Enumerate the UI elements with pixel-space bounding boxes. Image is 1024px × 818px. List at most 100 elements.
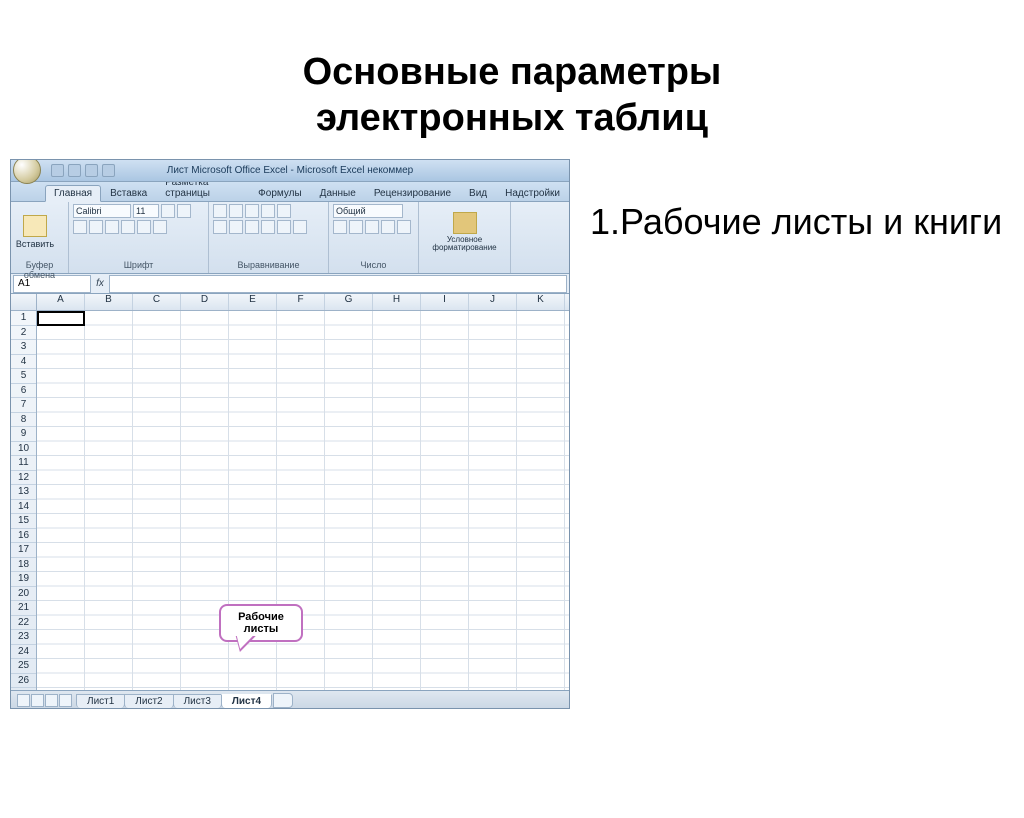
col-header-K[interactable]: K xyxy=(517,294,565,310)
row-header-4[interactable]: 4 xyxy=(11,355,36,370)
ribbon-tab-4[interactable]: Данные xyxy=(311,185,365,201)
row-header-26[interactable]: 26 xyxy=(11,674,36,689)
row-header-20[interactable]: 20 xyxy=(11,587,36,602)
align-right-icon[interactable] xyxy=(245,220,259,234)
grow-font-icon[interactable] xyxy=(161,204,175,218)
row-header-15[interactable]: 15 xyxy=(11,514,36,529)
col-header-G[interactable]: G xyxy=(325,294,373,310)
nav-next-icon[interactable] xyxy=(45,694,58,707)
ribbon-tab-6[interactable]: Вид xyxy=(460,185,496,201)
font-name-select[interactable]: Calibri xyxy=(73,204,131,218)
border-icon[interactable] xyxy=(121,220,135,234)
fill-color-icon[interactable] xyxy=(137,220,151,234)
row-header-12[interactable]: 12 xyxy=(11,471,36,486)
indent-inc-icon[interactable] xyxy=(277,220,291,234)
group-alignment: Выравнивание xyxy=(209,202,329,273)
row-header-16[interactable]: 16 xyxy=(11,529,36,544)
row-header-3[interactable]: 3 xyxy=(11,340,36,355)
paste-icon xyxy=(23,215,47,237)
nav-prev-icon[interactable] xyxy=(31,694,44,707)
row-header-10[interactable]: 10 xyxy=(11,442,36,457)
formula-bar[interactable] xyxy=(109,275,567,293)
align-left-icon[interactable] xyxy=(213,220,227,234)
row-header-7[interactable]: 7 xyxy=(11,398,36,413)
active-cell-a1[interactable] xyxy=(37,311,85,326)
percent-icon[interactable] xyxy=(349,220,363,234)
row-header-23[interactable]: 23 xyxy=(11,630,36,645)
sheet-tab-1[interactable]: Лист2 xyxy=(124,694,173,708)
row-header-14[interactable]: 14 xyxy=(11,500,36,515)
group-number-label: Число xyxy=(333,260,414,272)
row-header-8[interactable]: 8 xyxy=(11,413,36,428)
indent-dec-icon[interactable] xyxy=(261,220,275,234)
group-styles-label xyxy=(423,260,506,272)
row-header-11[interactable]: 11 xyxy=(11,456,36,471)
office-button[interactable] xyxy=(13,159,41,184)
ribbon-tab-3[interactable]: Формулы xyxy=(249,185,311,201)
sheet-nav xyxy=(17,694,72,707)
ribbon-tab-1[interactable]: Вставка xyxy=(101,185,156,201)
row-header-9[interactable]: 9 xyxy=(11,427,36,442)
wrap-icon[interactable] xyxy=(277,204,291,218)
cells[interactable] xyxy=(37,311,569,690)
row-header-1[interactable]: 1 xyxy=(11,311,36,326)
cond-format-icon xyxy=(453,212,477,234)
col-header-E[interactable]: E xyxy=(229,294,277,310)
nav-last-icon[interactable] xyxy=(59,694,72,707)
align-top-icon[interactable] xyxy=(213,204,227,218)
row-header-19[interactable]: 19 xyxy=(11,572,36,587)
inc-dec-icon[interactable] xyxy=(381,220,395,234)
col-header-B[interactable]: B xyxy=(85,294,133,310)
col-header-F[interactable]: F xyxy=(277,294,325,310)
ribbon-tab-0[interactable]: Главная xyxy=(45,185,101,202)
number-format-select[interactable]: Общий xyxy=(333,204,403,218)
row-header-24[interactable]: 24 xyxy=(11,645,36,660)
align-center-icon[interactable] xyxy=(229,220,243,234)
merge-icon[interactable] xyxy=(293,220,307,234)
col-header-I[interactable]: I xyxy=(421,294,469,310)
row-header-25[interactable]: 25 xyxy=(11,659,36,674)
row-header-17[interactable]: 17 xyxy=(11,543,36,558)
qat-save-icon[interactable] xyxy=(51,164,64,177)
new-sheet-button[interactable] xyxy=(273,693,293,708)
sheet-tab-3[interactable]: Лист4 xyxy=(221,694,272,708)
orientation-icon[interactable] xyxy=(261,204,275,218)
ribbon-tab-5[interactable]: Рецензирование xyxy=(365,185,460,201)
col-header-D[interactable]: D xyxy=(181,294,229,310)
shrink-font-icon[interactable] xyxy=(177,204,191,218)
paste-button[interactable]: Вставить xyxy=(15,215,55,249)
currency-icon[interactable] xyxy=(333,220,347,234)
italic-icon[interactable] xyxy=(89,220,103,234)
qat-redo-icon[interactable] xyxy=(85,164,98,177)
underline-icon[interactable] xyxy=(105,220,119,234)
title-line-1: Основные параметры xyxy=(0,50,1024,96)
sheet-tab-2[interactable]: Лист3 xyxy=(173,694,222,708)
align-mid-icon[interactable] xyxy=(229,204,243,218)
comma-icon[interactable] xyxy=(365,220,379,234)
col-header-J[interactable]: J xyxy=(469,294,517,310)
row-header-5[interactable]: 5 xyxy=(11,369,36,384)
align-bot-icon[interactable] xyxy=(245,204,259,218)
qat-undo-icon[interactable] xyxy=(68,164,81,177)
bold-icon[interactable] xyxy=(73,220,87,234)
row-header-21[interactable]: 21 xyxy=(11,601,36,616)
paste-label: Вставить xyxy=(15,239,55,249)
font-size-select[interactable]: 11 xyxy=(133,204,159,218)
row-header-6[interactable]: 6 xyxy=(11,384,36,399)
row-header-18[interactable]: 18 xyxy=(11,558,36,573)
cond-format-button[interactable]: Условное форматирование xyxy=(423,212,506,252)
row-header-2[interactable]: 2 xyxy=(11,326,36,341)
col-header-A[interactable]: A xyxy=(37,294,85,310)
row-header-13[interactable]: 13 xyxy=(11,485,36,500)
font-color-icon[interactable] xyxy=(153,220,167,234)
nav-first-icon[interactable] xyxy=(17,694,30,707)
col-header-H[interactable]: H xyxy=(373,294,421,310)
dec-dec-icon[interactable] xyxy=(397,220,411,234)
col-header-C[interactable]: C xyxy=(133,294,181,310)
sheet-tab-0[interactable]: Лист1 xyxy=(76,694,125,708)
ribbon-tab-7[interactable]: Надстройки xyxy=(496,185,569,201)
qat-print-icon[interactable] xyxy=(102,164,115,177)
select-all-corner[interactable] xyxy=(11,294,37,310)
row-header-22[interactable]: 22 xyxy=(11,616,36,631)
fx-icon[interactable]: fx xyxy=(91,278,109,289)
